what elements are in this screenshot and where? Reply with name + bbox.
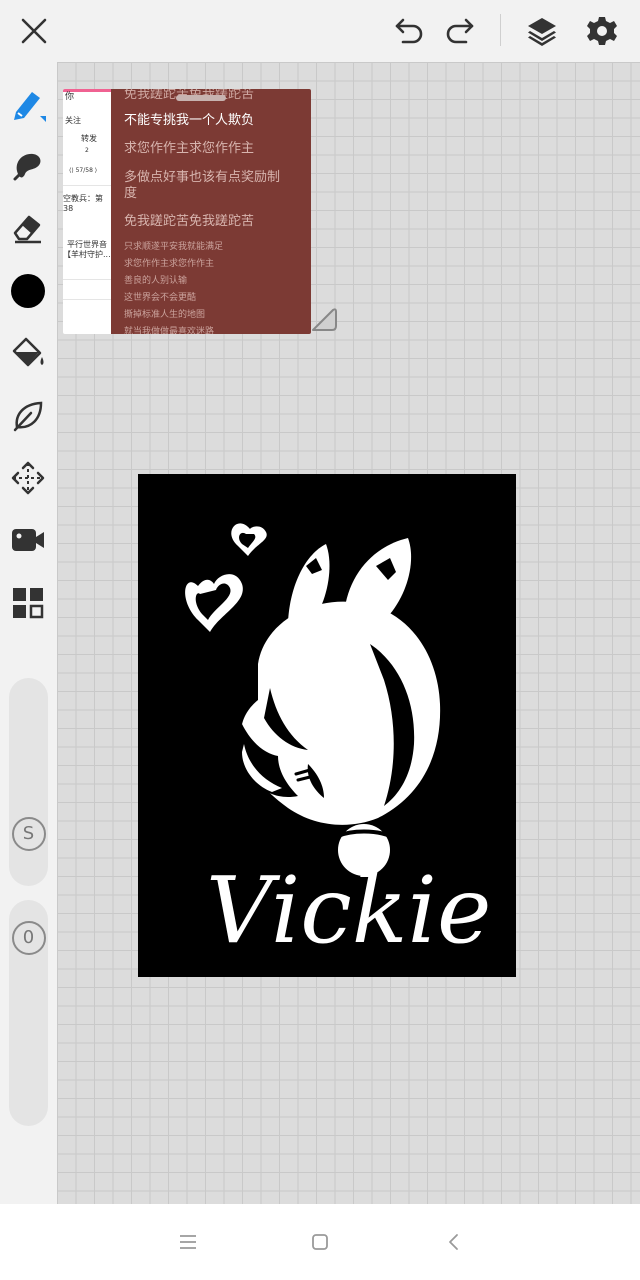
pen-icon xyxy=(14,92,46,122)
ref-lyric: 求您作作主求您作作主 xyxy=(124,259,215,269)
eraser-icon xyxy=(13,215,41,244)
fill-tool[interactable] xyxy=(8,333,48,373)
opacity-handle[interactable]: 0 xyxy=(9,918,48,957)
system-nav-bar xyxy=(0,1204,640,1280)
artwork-layer[interactable]: Vickie xyxy=(138,474,516,977)
lasso-tool[interactable] xyxy=(8,396,48,436)
ref-lyric: 度 xyxy=(124,186,138,201)
character-illustration: Vickie xyxy=(185,523,491,964)
reference-right-panel: 免我蹉跎苦免我蹉跎苦 不能专挑我一个人欺负 求您作作主求您作作主 多做点好事也该… xyxy=(111,89,311,334)
transform-tool[interactable] xyxy=(8,458,48,498)
ref-text: 你 xyxy=(65,92,75,102)
gear-icon xyxy=(587,17,617,45)
home-square-icon xyxy=(312,1234,328,1250)
redo-icon xyxy=(446,18,474,44)
opacity-indicator: 0 xyxy=(11,920,46,955)
ref-lyric: 就当我做做最喜欢迷路 xyxy=(124,327,215,334)
smudge-icon xyxy=(13,153,41,181)
undo-button[interactable] xyxy=(388,11,428,51)
close-icon xyxy=(21,18,47,44)
ref-lyric: 免我蹉跎苦免我蹉跎苦 xyxy=(124,214,255,229)
brush-size-slider[interactable]: S xyxy=(9,678,48,886)
color-picker[interactable] xyxy=(8,271,48,311)
ref-text: 转发 xyxy=(81,134,97,143)
gallery-tool[interactable] xyxy=(8,583,48,623)
back-chevron-icon xyxy=(449,1234,458,1250)
menu-button[interactable] xyxy=(172,1226,204,1258)
ref-lyric: 只求顺遂平安我就能满足 xyxy=(124,242,224,252)
lasso-leaf-icon xyxy=(13,401,43,432)
move-icon xyxy=(11,461,45,495)
top-toolbar xyxy=(0,0,640,62)
reference-left-panel: 你 关注 转发 2 ⟨⟩ 57/58 ⟩ 空教兵：第38 平行世界音 【羊村守护… xyxy=(63,89,111,334)
ref-text: 空教兵：第38 xyxy=(63,194,103,213)
smudge-tool[interactable] xyxy=(8,146,48,186)
tool-sidebar: S 0 xyxy=(0,62,57,1204)
resize-corner-icon xyxy=(312,308,337,331)
opacity-slider[interactable]: 0 xyxy=(9,900,48,1126)
ref-text: 【羊村守护... xyxy=(63,250,111,259)
menu-icon xyxy=(180,1235,196,1249)
ref-lyric: 撕掉标准人生的地图 xyxy=(124,310,206,320)
fill-bucket-icon xyxy=(12,337,44,367)
reference-resize-handle[interactable] xyxy=(309,304,339,334)
layers-button[interactable] xyxy=(522,11,562,51)
home-button[interactable] xyxy=(304,1226,336,1258)
undo-icon xyxy=(395,18,423,44)
ref-lyric: 这世界会不会更酷 xyxy=(124,293,197,303)
reference-drag-handle[interactable] xyxy=(176,95,226,101)
signature-text: Vickie xyxy=(206,857,491,964)
ref-lyric: 善良的人别认输 xyxy=(124,276,188,286)
layers-icon xyxy=(528,18,556,46)
close-button[interactable] xyxy=(14,11,54,51)
redo-button[interactable] xyxy=(441,11,481,51)
grid-icon xyxy=(13,588,44,619)
ref-lyric: 求您作作主求您作作主 xyxy=(124,141,255,156)
video-icon xyxy=(12,529,44,551)
back-button[interactable] xyxy=(438,1226,470,1258)
toolbar-divider xyxy=(500,14,501,46)
settings-button[interactable] xyxy=(582,11,622,51)
brush-tool[interactable] xyxy=(8,84,48,124)
ref-text: 2 xyxy=(85,147,89,154)
record-tool[interactable] xyxy=(8,520,48,560)
brush-size-handle[interactable]: S xyxy=(9,814,48,853)
ref-lyric: 不能专挑我一个人欺负 xyxy=(124,113,255,128)
size-indicator: S xyxy=(11,816,46,851)
reference-image-window[interactable]: 你 关注 转发 2 ⟨⟩ 57/58 ⟩ 空教兵：第38 平行世界音 【羊村守护… xyxy=(63,89,311,334)
ref-text: 关注 xyxy=(65,116,81,125)
ref-lyric: 多做点好事也该有点奖励制 xyxy=(124,170,281,185)
color-swatch xyxy=(11,274,45,308)
ref-text: ⟨⟩ 57/58 ⟩ xyxy=(69,167,98,174)
eraser-tool[interactable] xyxy=(8,208,48,248)
